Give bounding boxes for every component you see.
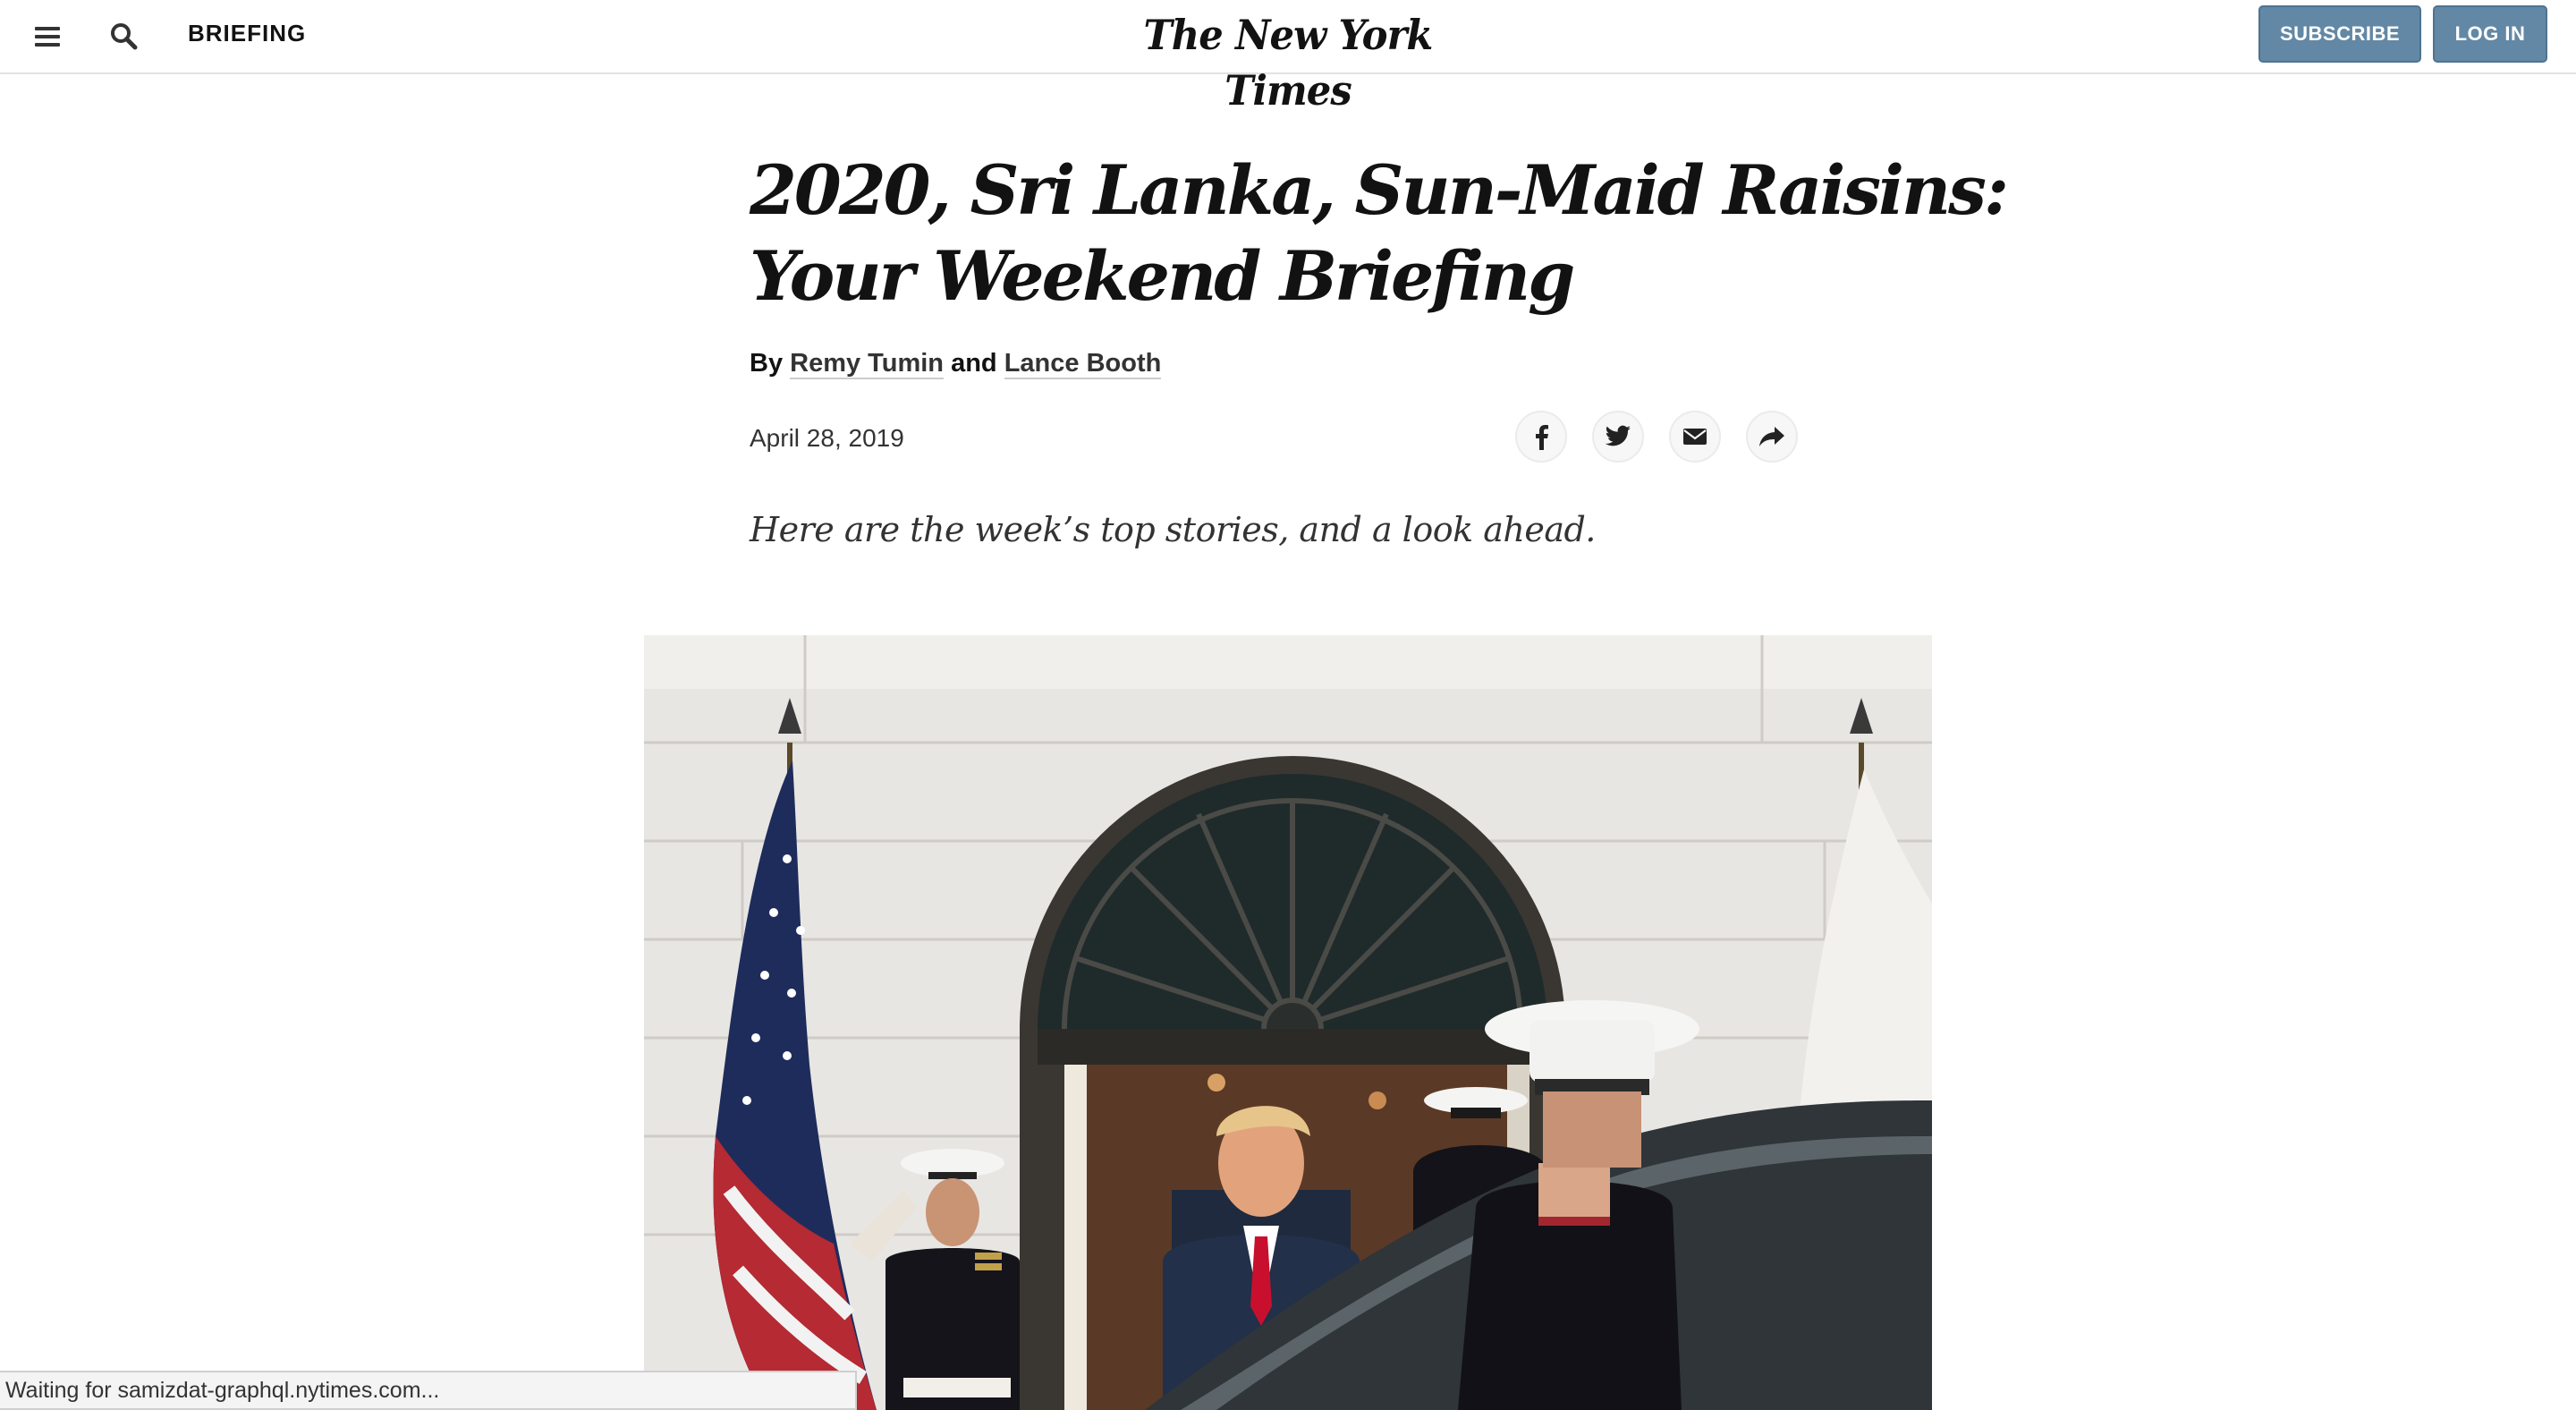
article-headline: 2020, Sri Lanka, Sun-Maid Raisins: Your … — [750, 148, 2009, 319]
subscribe-button[interactable]: SUBSCRIBE — [2258, 5, 2421, 63]
share-icon[interactable] — [1746, 411, 1798, 463]
login-button[interactable]: LOG IN — [2433, 5, 2547, 63]
publish-date: April 28, 2019 — [750, 424, 904, 452]
top-header: BRIEFING The New York Times SUBSCRIBE LO… — [0, 0, 2576, 115]
headline-line-1: 2020, Sri Lanka, Sun-Maid Raisins: — [750, 150, 2009, 230]
headline-line-2: Your Weekend Briefing — [750, 236, 1575, 316]
search-icon[interactable] — [107, 20, 140, 52]
byline-conjunction: and — [951, 349, 997, 378]
facebook-icon[interactable] — [1515, 411, 1567, 463]
hamburger-menu-icon[interactable] — [32, 21, 63, 52]
nyt-logo[interactable]: The New York Times — [1120, 7, 1456, 115]
browser-status-bar: Waiting for samizdat-graphql.nytimes.com… — [0, 1371, 857, 1410]
lead-photo — [644, 635, 1932, 1410]
author-link-lance-booth[interactable]: Lance Booth — [1004, 349, 1162, 379]
twitter-icon[interactable] — [1592, 411, 1644, 463]
byline-prefix: By — [750, 349, 784, 378]
email-icon[interactable] — [1669, 411, 1721, 463]
byline: By Remy Tumin and Lance Booth — [750, 349, 1162, 379]
author-link-remy-tumin[interactable]: Remy Tumin — [790, 349, 945, 379]
article-summary: Here are the week’s top stories, and a l… — [750, 510, 1596, 549]
section-link-briefing[interactable]: BRIEFING — [188, 20, 306, 47]
